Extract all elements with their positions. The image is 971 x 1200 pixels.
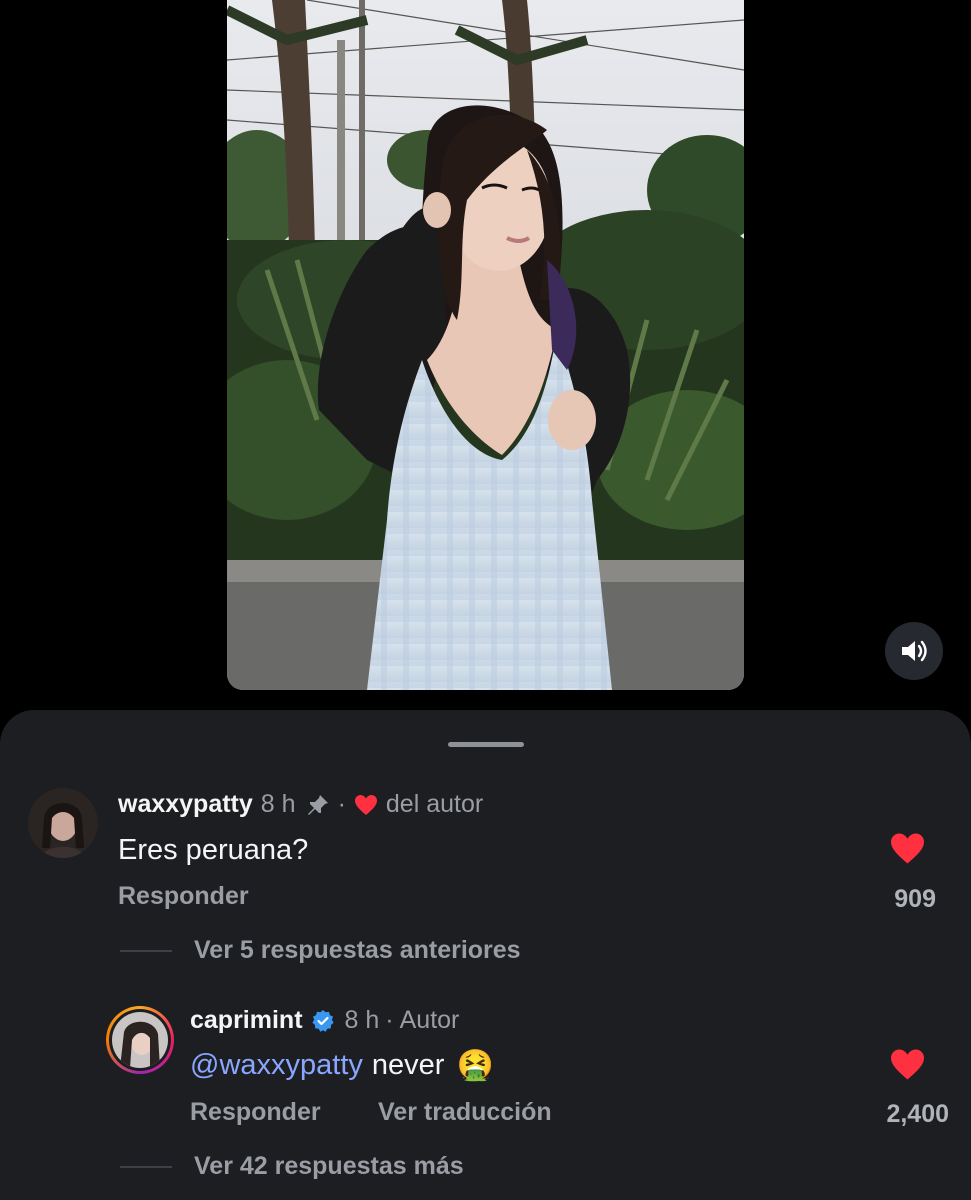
meta-separator: ·: [337, 790, 346, 818]
reply-button[interactable]: Responder: [118, 882, 249, 911]
view-previous-replies[interactable]: Ver 5 respuestas anteriores: [120, 936, 521, 965]
avatar[interactable]: [28, 788, 98, 858]
replies-divider: [120, 949, 172, 952]
comments-sheet: waxxypatty 8 h · del autor Eres peruana?…: [0, 710, 971, 1200]
meta-separator: ·: [385, 1006, 394, 1034]
author-heart-icon: [354, 794, 378, 816]
avatar-story-ring[interactable]: [106, 1006, 174, 1074]
reply-button[interactable]: Responder: [190, 1098, 321, 1127]
like-count: 2,400: [886, 1100, 949, 1128]
view-replies-label: Ver 42 respuestas más: [194, 1152, 464, 1180]
author-label: Autor: [399, 1006, 460, 1034]
like-count: 909: [894, 885, 936, 913]
author-like-label: del autor: [385, 790, 484, 818]
comment-time: 8 h: [344, 1006, 380, 1034]
speaker-icon: [902, 640, 927, 662]
comment-text: never: [371, 1049, 445, 1081]
view-more-replies[interactable]: Ver 42 respuestas más: [120, 1152, 464, 1181]
mute-button[interactable]: [885, 622, 943, 680]
heart-icon[interactable]: [889, 832, 926, 870]
post-image: [227, 0, 744, 690]
replies-divider: [120, 1165, 172, 1168]
heart-icon[interactable]: [889, 1048, 926, 1086]
comment-time: 8 h: [260, 790, 296, 818]
view-replies-label: Ver 5 respuestas anteriores: [194, 936, 521, 964]
post-photo[interactable]: [227, 0, 744, 690]
nauseated-emoji: 🤮: [456, 1049, 494, 1082]
avatar-image: [112, 1012, 168, 1068]
see-translation-button[interactable]: Ver traducción: [378, 1098, 552, 1127]
comment-username[interactable]: caprimint: [190, 1006, 303, 1035]
pin-icon: [306, 793, 330, 817]
comment-text: Eres peruana?: [118, 834, 309, 866]
comment-item: waxxypatty 8 h · del autor Eres peruana?…: [0, 710, 971, 970]
mention-link[interactable]: @waxxypatty: [190, 1049, 363, 1082]
verified-badge-icon: [311, 1009, 335, 1033]
comment-username[interactable]: waxxypatty: [118, 790, 253, 819]
